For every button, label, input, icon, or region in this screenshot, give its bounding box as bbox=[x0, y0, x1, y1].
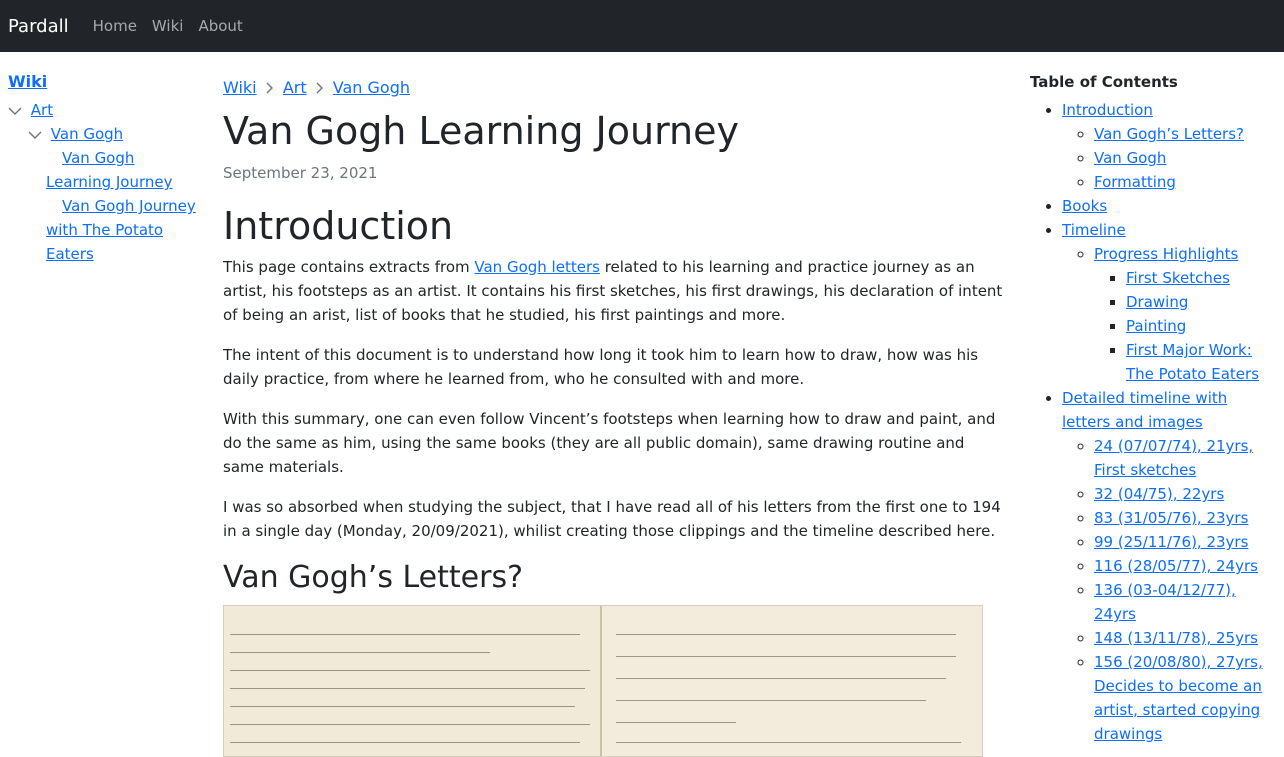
sidebar-tree: Wiki Art Van Gogh Van Gogh Learning Jour… bbox=[8, 70, 203, 266]
toc-van-gogh-link[interactable]: Van Gogh bbox=[1094, 149, 1166, 167]
toc-first-sketches-link[interactable]: First Sketches bbox=[1126, 269, 1230, 287]
toc-item: 156 (20/08/80), 27yrs, Decides to become… bbox=[1094, 650, 1280, 746]
nav-wiki-link[interactable]: Wiki bbox=[152, 17, 184, 35]
main-content: Wiki Art Van Gogh Van Gogh Learning Jour… bbox=[223, 76, 1003, 757]
top-navbar: Pardall Home Wiki About bbox=[0, 0, 1284, 52]
table-of-contents: Table of Contents Introduction Van Gogh’… bbox=[1030, 70, 1280, 746]
toc-detailed-timeline-link[interactable]: Detailed timeline with letters and image… bbox=[1062, 389, 1227, 431]
toc-drawing-link[interactable]: Drawing bbox=[1126, 293, 1188, 311]
toc-item: Formatting bbox=[1094, 170, 1280, 194]
toc-item: 83 (31/05/76), 23yrs bbox=[1094, 506, 1280, 530]
toc-letters-link[interactable]: Van Gogh’s Letters? bbox=[1094, 125, 1244, 143]
toc-item: Progress Highlights First Sketches Drawi… bbox=[1094, 242, 1280, 386]
toc-item: Timeline Progress Highlights First Sketc… bbox=[1062, 218, 1280, 386]
sidebar-item-art[interactable]: Art bbox=[31, 101, 53, 119]
toc-item: 24 (07/07/74), 21yrs, First sketches bbox=[1094, 434, 1280, 482]
paragraph-text: This page contains extracts from bbox=[223, 257, 475, 276]
toc-letter-32-link[interactable]: 32 (04/75), 22yrs bbox=[1094, 485, 1224, 503]
toc-letter-83-link[interactable]: 83 (31/05/76), 23yrs bbox=[1094, 509, 1248, 527]
paragraph-summary: With this summary, one can even follow V… bbox=[223, 409, 996, 476]
toc-item: First Sketches bbox=[1126, 266, 1280, 290]
toc-letter-99-link[interactable]: 99 (25/11/76), 23yrs bbox=[1094, 533, 1248, 551]
toc-item: 116 (28/05/77), 24yrs bbox=[1094, 554, 1280, 578]
letter-image bbox=[223, 604, 983, 757]
paragraph-intro: This page contains extracts from Van Gog… bbox=[223, 255, 1003, 327]
sidebar-wiki-link[interactable]: Wiki bbox=[8, 72, 47, 91]
van-gogh-letters-link[interactable]: Van Gogh letters bbox=[474, 258, 600, 276]
toc-item: 99 (25/11/76), 23yrs bbox=[1094, 530, 1280, 554]
page-date: September 23, 2021 bbox=[223, 163, 378, 182]
sidebar-item-van-gogh[interactable]: Van Gogh bbox=[51, 125, 123, 143]
toc-introduction-link[interactable]: Introduction bbox=[1062, 101, 1153, 119]
toc-item: Drawing bbox=[1126, 290, 1280, 314]
toc-formatting-link[interactable]: Formatting bbox=[1094, 173, 1176, 191]
toc-painting-link[interactable]: Painting bbox=[1126, 317, 1186, 335]
sidebar-item-potato-eaters[interactable]: Van Gogh Journey with The Potato Eaters bbox=[46, 197, 196, 263]
breadcrumb-van-gogh[interactable]: Van Gogh bbox=[333, 78, 410, 97]
toc-letter-136-link[interactable]: 136 (03-04/12/77), 24yrs bbox=[1094, 581, 1236, 623]
nav-about-link[interactable]: About bbox=[198, 17, 242, 35]
toc-books-link[interactable]: Books bbox=[1062, 197, 1107, 215]
toc-item: Van Gogh bbox=[1094, 146, 1280, 170]
toc-item: Detailed timeline with letters and image… bbox=[1062, 386, 1280, 746]
toc-timeline-link[interactable]: Timeline bbox=[1062, 221, 1126, 239]
toc-letter-156-link[interactable]: 156 (20/08/80), 27yrs, Decides to become… bbox=[1094, 653, 1263, 743]
toc-item: First Major Work: The Potato Eaters bbox=[1126, 338, 1280, 386]
toc-potato-eaters-link[interactable]: First Major Work: The Potato Eaters bbox=[1126, 341, 1259, 383]
toc-item: 148 (13/11/78), 25yrs bbox=[1094, 626, 1280, 650]
chevron-down-icon[interactable] bbox=[28, 128, 42, 142]
toc-item: Introduction Van Gogh’s Letters? Van Gog… bbox=[1062, 98, 1280, 194]
page-title: Van Gogh Learning Journey bbox=[223, 108, 739, 153]
brand-link[interactable]: Pardall bbox=[8, 16, 69, 37]
breadcrumb: Wiki Art Van Gogh bbox=[223, 76, 1003, 101]
paragraph-absorbed: I was so absorbed when studying the subj… bbox=[223, 497, 1001, 540]
toc-letter-24-link[interactable]: 24 (07/07/74), 21yrs, First sketches bbox=[1094, 437, 1253, 479]
chevron-down-icon[interactable] bbox=[8, 104, 22, 118]
toc-letter-148-link[interactable]: 148 (13/11/78), 25yrs bbox=[1094, 629, 1258, 647]
paragraph-intent: The intent of this document is to unders… bbox=[223, 345, 979, 388]
toc-title: Table of Contents bbox=[1030, 73, 1178, 91]
toc-item: 136 (03-04/12/77), 24yrs bbox=[1094, 578, 1280, 626]
toc-letter-116-link[interactable]: 116 (28/05/77), 24yrs bbox=[1094, 557, 1258, 575]
chevron-right-icon bbox=[316, 77, 324, 101]
toc-item: Van Gogh’s Letters? bbox=[1094, 122, 1280, 146]
toc-item: 32 (04/75), 22yrs bbox=[1094, 482, 1280, 506]
toc-item: Painting bbox=[1126, 314, 1280, 338]
sidebar-item-learning-journey[interactable]: Van Gogh Learning Journey bbox=[46, 149, 173, 191]
section-heading-letters: Van Gogh’s Letters? bbox=[223, 559, 523, 595]
breadcrumb-art[interactable]: Art bbox=[283, 78, 307, 97]
section-heading-introduction: Introduction bbox=[223, 203, 454, 248]
toc-item: Books bbox=[1062, 194, 1280, 218]
nav-home-link[interactable]: Home bbox=[93, 17, 137, 35]
chevron-right-icon bbox=[266, 77, 274, 101]
breadcrumb-wiki[interactable]: Wiki bbox=[223, 78, 257, 97]
toc-progress-link[interactable]: Progress Highlights bbox=[1094, 245, 1238, 263]
